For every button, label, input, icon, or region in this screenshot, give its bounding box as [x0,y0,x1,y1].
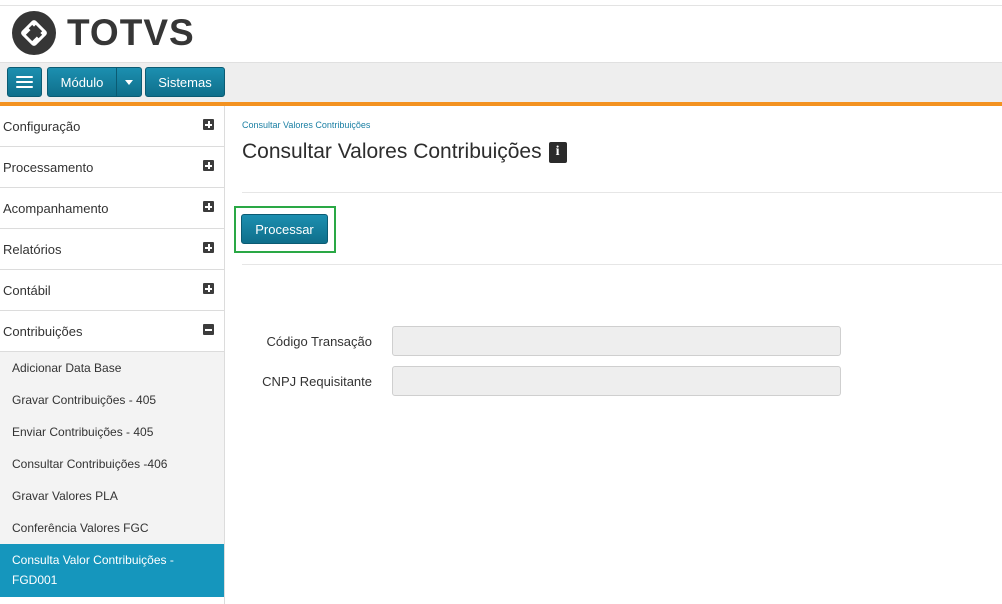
plus-icon[interactable] [203,160,214,171]
submenu-item-enviar-contribuicoes-405[interactable]: Enviar Contribuições - 405 [0,416,224,448]
cnpj-requisitante-input[interactable] [392,366,841,396]
codigo-transacao-row: Código Transação [242,326,841,356]
sidebar-item-label: Contábil [3,282,51,298]
processar-button[interactable]: Processar [241,214,328,244]
plus-icon[interactable] [203,242,214,253]
submenu-item-gravar-valores-pla[interactable]: Gravar Valores PLA [0,480,224,512]
sidebar-item-label: Contribuições [3,323,83,339]
caret-down-icon [125,79,133,85]
sidebar-item-label: Acompanhamento [3,200,109,216]
sidebar-item-contribuicoes[interactable]: Contribuições [0,311,224,352]
sidebar: Configuração Processamento Acompanhament… [0,106,225,604]
plus-icon[interactable] [203,119,214,130]
submenu-item-consulta-valor-contribuicoes-fgd001[interactable]: Consulta Valor Contribuições - FGD001 [0,544,224,597]
contribuicoes-submenu: Adicionar Data Base Gravar Contribuições… [0,352,224,597]
minus-icon[interactable] [203,324,214,335]
divider [242,264,1002,265]
submenu-item-adicionar-data-base[interactable]: Adicionar Data Base [0,352,224,384]
sidebar-item-processamento[interactable]: Processamento [0,147,224,188]
codigo-transacao-input[interactable] [392,326,841,356]
submenu-item-conferencia-valores-fgc[interactable]: Conferência Valores FGC [0,512,224,544]
page-header: Consultar Valores Contribuições i [242,140,567,164]
plus-icon[interactable] [203,283,214,294]
hamburger-icon [16,73,33,91]
plus-icon[interactable] [203,201,214,212]
brand-name: TOTVS [67,12,195,53]
sidebar-item-label: Configuração [3,118,81,134]
submenu-item-gravar-contribuicoes-405[interactable]: Gravar Contribuições - 405 [0,384,224,416]
top-divider [0,5,1002,6]
sidebar-item-label: Relatórios [3,241,62,257]
sidebar-item-contabil[interactable]: Contábil [0,270,224,311]
cnpj-requisitante-label: CNPJ Requisitante [262,373,372,389]
sidebar-item-relatorios[interactable]: Relatórios [0,229,224,270]
modulo-dropdown-toggle[interactable] [116,67,142,97]
main-content: Consultar Valores Contribuições Consulta… [226,106,1002,604]
cnpj-requisitante-row: CNPJ Requisitante [242,366,841,396]
totvs-logo: TOTVS [11,9,195,57]
divider [242,192,1002,193]
modulo-button[interactable]: Módulo [47,67,117,97]
hamburger-menu-button[interactable] [7,67,42,97]
sistemas-button[interactable]: Sistemas [145,67,225,97]
info-icon[interactable]: i [548,141,567,163]
sidebar-item-configuracao[interactable]: Configuração [0,106,224,147]
breadcrumb[interactable]: Consultar Valores Contribuições [242,120,370,130]
submenu-item-consultar-contribuicoes-406[interactable]: Consultar Contribuições -406 [0,448,224,480]
page-title: Consultar Valores Contribuições [242,140,542,163]
sidebar-item-acompanhamento[interactable]: Acompanhamento [0,188,224,229]
codigo-transacao-label: Código Transação [266,333,372,349]
sidebar-item-label: Processamento [3,159,94,175]
totvs-logo-icon [12,11,56,55]
